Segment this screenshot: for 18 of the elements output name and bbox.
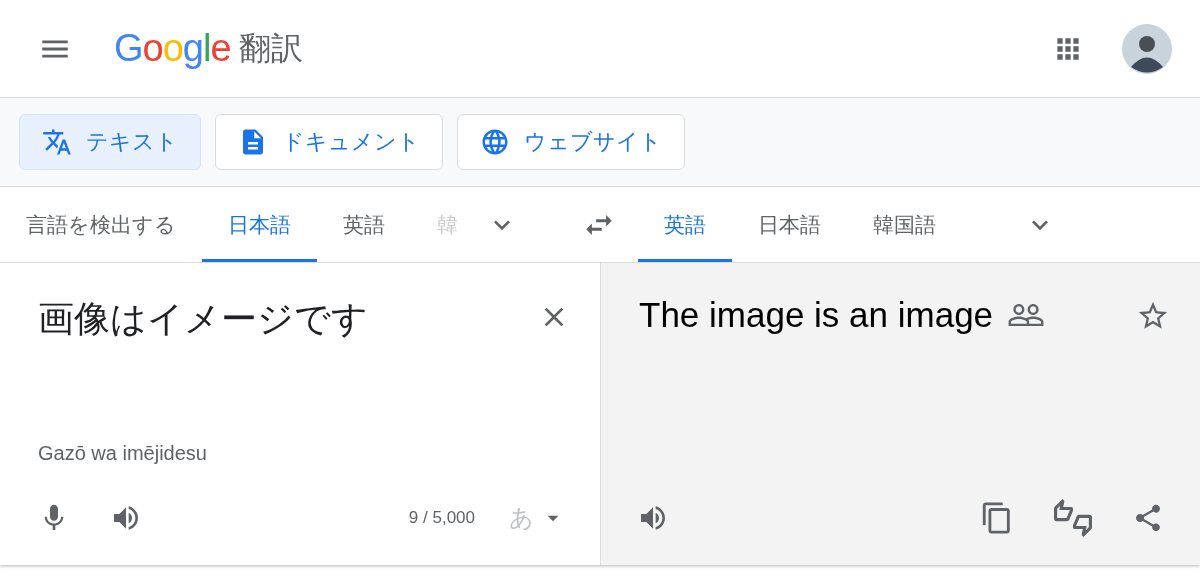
character-counter: 9 / 5,000 <box>408 508 475 528</box>
avatar[interactable] <box>1122 23 1172 74</box>
mode-tab[interactable]: ドキュメント <box>215 114 443 170</box>
mode-tab[interactable]: テキスト <box>19 114 201 170</box>
globe-icon <box>480 127 510 157</box>
rate-translation-button[interactable] <box>1054 499 1092 537</box>
logo: Google <box>114 27 231 70</box>
mode-tab[interactable]: ウェブサイト <box>457 114 685 170</box>
source-text-field[interactable]: 画像はイメージです <box>38 295 368 344</box>
language-tab[interactable]: 日本語 <box>732 190 847 262</box>
romanization: Gazō wa imējidesu <box>37 442 208 466</box>
language-tab[interactable]: 言語を検出する <box>0 190 202 262</box>
language-tab[interactable]: 英語 <box>317 190 411 262</box>
translate-icon <box>42 127 72 157</box>
app-title: 翻訳 <box>238 28 303 68</box>
translation-text: The image is an image <box>639 295 994 335</box>
language-tab[interactable]: 韓国語 <box>847 190 962 262</box>
input-method-label: あ <box>509 503 534 533</box>
